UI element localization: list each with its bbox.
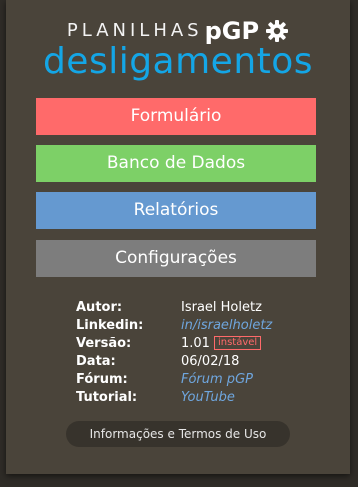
info-row-autor: Autor: Israel Holetz bbox=[76, 299, 316, 317]
brand-title: desligamentos bbox=[42, 41, 314, 82]
configuracoes-button[interactable]: Configurações bbox=[36, 240, 316, 277]
main-panel: PLANILHAS pGP desligamentos Formulário B… bbox=[6, 0, 350, 474]
info-row-forum: Fórum: Fórum pGP bbox=[76, 371, 316, 389]
info-row-versao: Versão: 1.01 instável bbox=[76, 335, 316, 353]
info-row-linkedin: Linkedin: in/israelholetz bbox=[76, 317, 316, 335]
info-row-tutorial: Tutorial: YouTube bbox=[76, 389, 316, 407]
data-value: 06/02/18 bbox=[181, 354, 240, 369]
tutorial-label: Tutorial: bbox=[76, 390, 138, 405]
autor-label: Autor: bbox=[76, 300, 123, 315]
banco-de-dados-button[interactable]: Banco de Dados bbox=[36, 145, 316, 182]
linkedin-link[interactable]: in/israelholetz bbox=[181, 317, 272, 335]
data-label: Data: bbox=[76, 354, 116, 369]
forum-link[interactable]: Fórum pGP bbox=[181, 371, 253, 389]
gear-icon bbox=[266, 20, 289, 42]
info-section: Autor: Israel Holetz Linkedin: in/israel… bbox=[76, 299, 316, 407]
brand-header: PLANILHAS pGP desligamentos bbox=[6, 16, 350, 80]
tutorial-link[interactable]: YouTube bbox=[181, 389, 235, 407]
info-row-data: Data: 06/02/18 bbox=[76, 353, 316, 371]
forum-label: Fórum: bbox=[76, 372, 128, 387]
linkedin-label: Linkedin: bbox=[76, 318, 144, 333]
versao-label: Versão: bbox=[76, 336, 132, 351]
versao-value: 1.01 instável bbox=[181, 335, 262, 353]
relatorios-button[interactable]: Relatórios bbox=[36, 192, 316, 229]
instavel-badge: instável bbox=[213, 336, 262, 350]
formulario-button[interactable]: Formulário bbox=[36, 98, 316, 135]
autor-value: Israel Holetz bbox=[181, 300, 262, 315]
versao-number: 1.01 bbox=[181, 336, 210, 351]
terms-button[interactable]: Informações e Termos de Uso bbox=[66, 421, 290, 447]
